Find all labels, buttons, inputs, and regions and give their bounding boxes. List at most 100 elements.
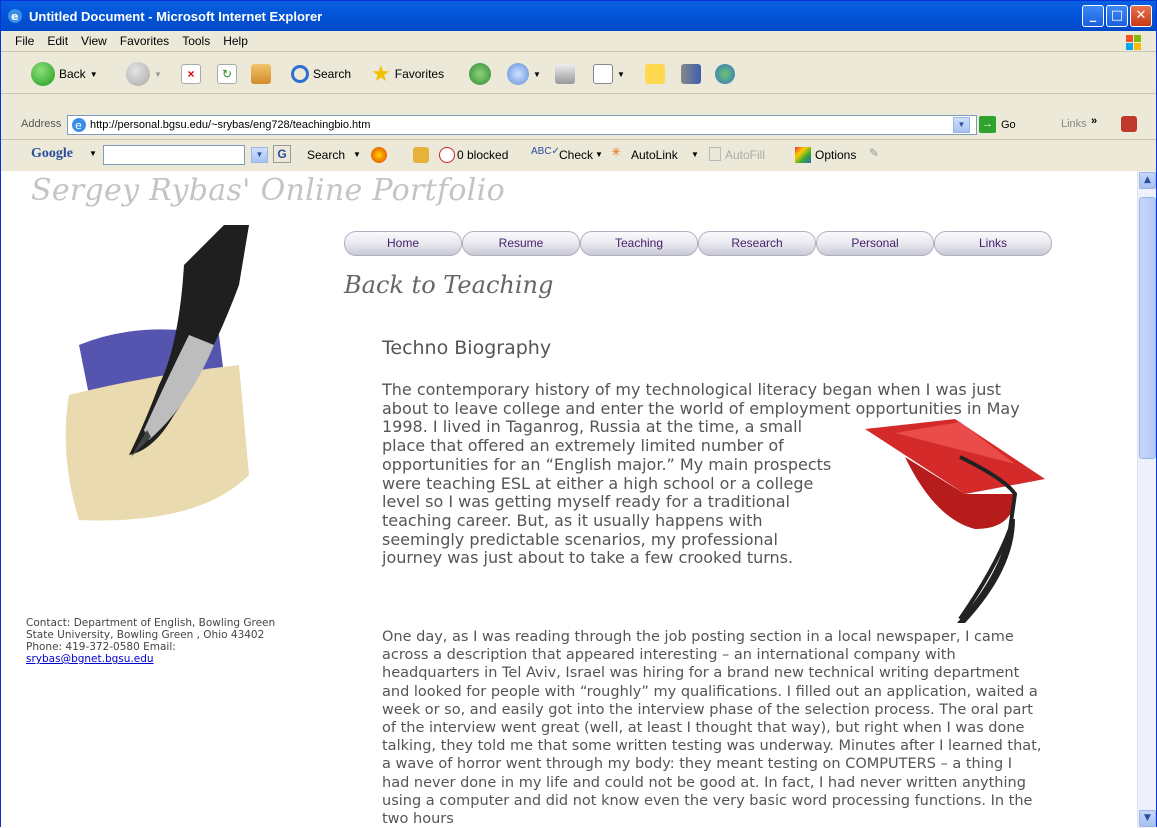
fountain-pen-image	[49, 225, 255, 525]
messenger-icon	[715, 64, 735, 84]
print-button[interactable]	[555, 63, 575, 85]
google-toolbar: Google ▼ ▼ G Search ▼ 0 blocked ABC✓ Che…	[1, 139, 1156, 169]
autofill-icon	[709, 147, 721, 161]
word-icon	[593, 64, 613, 84]
menu-help[interactable]: Help	[223, 34, 248, 48]
autolink-button[interactable]: AutoLink	[631, 148, 678, 162]
note-icon	[645, 64, 665, 84]
address-dropdown-icon[interactable]: ▼	[953, 117, 970, 133]
edit-button[interactable]: ▼	[593, 63, 625, 85]
google-search-input[interactable]	[103, 145, 245, 165]
chevron-down-icon: ▼	[353, 150, 361, 159]
menu-tools[interactable]: Tools	[182, 34, 210, 48]
check-button[interactable]: Check	[559, 148, 593, 162]
go-label: Go	[1001, 118, 1016, 131]
google-logo[interactable]: Google	[31, 146, 73, 162]
favorites-button[interactable]: ★ Favorites	[371, 61, 444, 86]
chevron-down-icon: ▼	[533, 69, 541, 79]
menu-file[interactable]: File	[15, 34, 34, 48]
refresh-button[interactable]: ↻	[217, 63, 237, 85]
close-button[interactable]: ✕	[1130, 5, 1152, 27]
search-icon	[291, 65, 309, 83]
chevron-down-icon: ▼	[89, 69, 98, 79]
menu-bar: File Edit View Favorites Tools Help	[1, 31, 1156, 52]
maximize-button[interactable]: □	[1106, 5, 1128, 27]
discuss-button[interactable]	[645, 63, 665, 85]
scroll-thumb[interactable]	[1139, 197, 1156, 459]
options-icon	[795, 147, 811, 163]
back-button[interactable]: Back ▼	[31, 62, 98, 86]
forward-button[interactable]: ▼	[126, 62, 162, 86]
spellcheck-icon: ABC✓	[531, 146, 560, 157]
nav-research[interactable]: Research	[698, 231, 816, 256]
nav-links[interactable]: Links	[934, 231, 1052, 256]
section-title: Techno Biography	[382, 337, 552, 359]
star-icon: ★	[371, 61, 391, 86]
minimize-button[interactable]: _	[1082, 5, 1104, 27]
back-label: Back	[59, 67, 86, 81]
go-button[interactable]: → Go	[979, 116, 1016, 133]
nav-teaching[interactable]: Teaching	[580, 231, 698, 256]
books-icon	[681, 64, 701, 84]
options-button[interactable]: Options	[815, 148, 856, 162]
svg-text:e: e	[75, 119, 82, 132]
menu-favorites[interactable]: Favorites	[120, 34, 169, 48]
acrobat-icon[interactable]	[1121, 116, 1137, 132]
vertical-scrollbar[interactable]: ▲ ▼	[1137, 171, 1156, 828]
contact-info: Contact: Department of English, Bowling …	[26, 617, 296, 665]
address-input[interactable]: e http://personal.bgsu.edu/~srybas/eng72…	[67, 115, 977, 135]
svg-text:e: e	[11, 10, 18, 23]
scroll-up-icon[interactable]: ▲	[1139, 172, 1156, 189]
popup-blocker-icon	[439, 147, 455, 163]
scroll-down-icon[interactable]: ▼	[1139, 810, 1156, 827]
popup-blocker-button[interactable]: 0 blocked	[457, 148, 508, 162]
forward-arrow-icon	[126, 62, 150, 86]
google-dropdown-icon[interactable]: ▼	[251, 147, 268, 163]
search-label: Search	[313, 67, 352, 81]
address-url: http://personal.bgsu.edu/~srybas/eng728/…	[90, 119, 371, 131]
menu-view[interactable]: View	[81, 34, 107, 48]
chevron-down-icon: ▼	[691, 150, 699, 159]
chevron-down-icon: ▼	[89, 149, 97, 158]
history-icon	[469, 63, 491, 85]
pencil-icon[interactable]: ✎	[869, 146, 879, 160]
back-to-teaching-link[interactable]: Back to Teaching	[344, 271, 553, 299]
stop-button[interactable]: ×	[181, 63, 201, 85]
nav-personal[interactable]: Personal	[816, 231, 934, 256]
research-button[interactable]	[681, 63, 701, 85]
search-button[interactable]: Search	[291, 63, 351, 85]
messenger-button[interactable]	[715, 63, 735, 85]
contact-email-link[interactable]: srybas@bgnet.bgsu.edu	[26, 653, 154, 665]
back-arrow-icon	[31, 62, 55, 86]
autofill-button[interactable]: AutoFill	[725, 148, 765, 162]
stop-icon: ×	[181, 64, 201, 84]
nav-resume[interactable]: Resume	[462, 231, 580, 256]
print-icon	[555, 64, 575, 84]
pagerank-icon[interactable]	[371, 147, 387, 163]
chevron-right-icon[interactable]: »	[1091, 115, 1097, 127]
mail-button[interactable]: ▼	[507, 63, 541, 85]
go-arrow-icon: →	[979, 116, 996, 133]
page-icon: e	[72, 118, 86, 132]
title-bar[interactable]: e Untitled Document - Microsoft Internet…	[1, 1, 1156, 31]
mail-icon	[507, 63, 529, 85]
chevron-down-icon: ▼	[617, 69, 625, 79]
paragraph-2: One day, as I was reading through the jo…	[382, 629, 1042, 828]
page-viewport: Sergey Rybas' Online Portfolio Contact: …	[1, 171, 1137, 828]
history-button[interactable]	[469, 63, 491, 85]
google-search-button[interactable]: Search	[307, 148, 345, 162]
autolink-icon: ✳	[611, 145, 622, 159]
chevron-down-icon: ▼	[154, 69, 162, 79]
windows-flag-icon	[1126, 35, 1141, 50]
site-title: Sergey Rybas' Online Portfolio	[31, 173, 505, 208]
window-title: Untitled Document - Microsoft Internet E…	[29, 9, 323, 24]
home-button[interactable]	[251, 63, 271, 85]
news-icon[interactable]	[413, 147, 429, 163]
site-nav: Home Resume Teaching Research Personal L…	[344, 231, 1052, 256]
menu-edit[interactable]: Edit	[47, 34, 68, 48]
links-label[interactable]: Links	[1061, 118, 1087, 130]
standard-toolbar: Back ▼ ▼ × ↻ Search ★ Favorites ▼ ▼	[1, 53, 1156, 94]
nav-home[interactable]: Home	[344, 231, 462, 256]
ie-icon: e	[8, 9, 22, 23]
chevron-down-icon: ▼	[595, 150, 603, 159]
